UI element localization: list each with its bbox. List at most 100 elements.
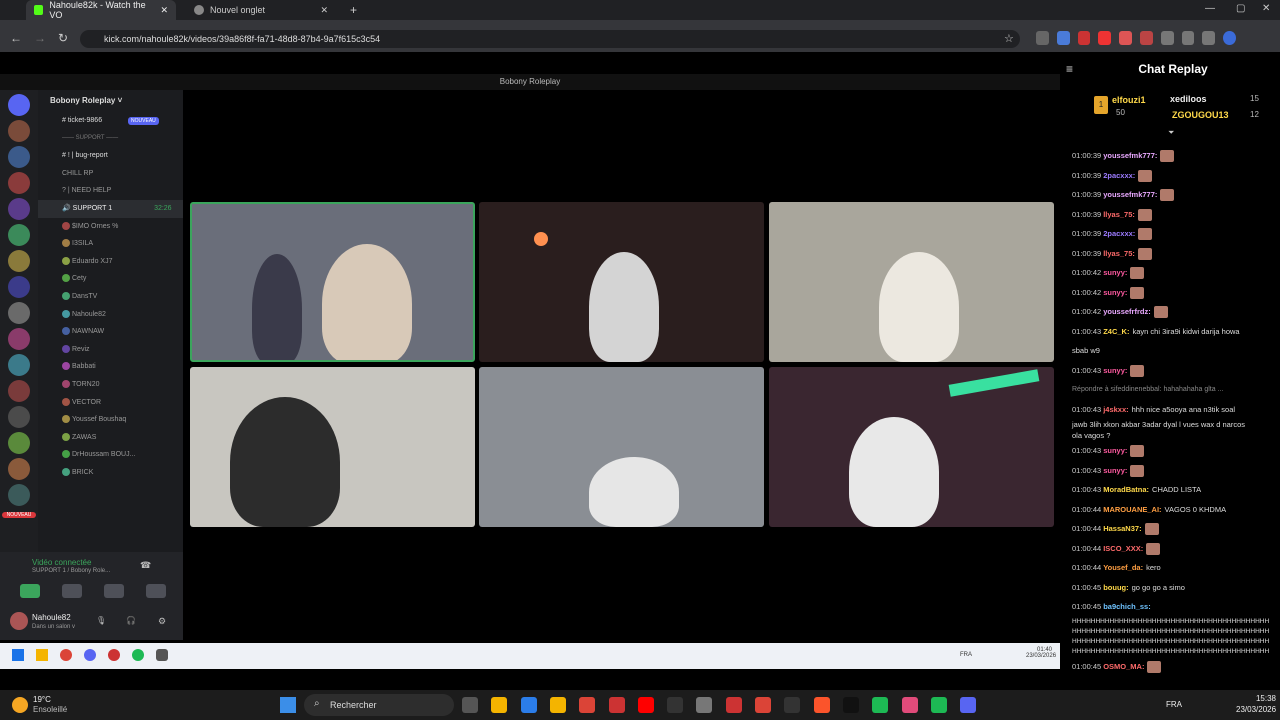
- taskbar-app-icon[interactable]: [520, 697, 537, 713]
- taskbar-app-icon[interactable]: [696, 697, 713, 713]
- server-icon[interactable]: [8, 94, 30, 116]
- server-icon[interactable]: [8, 120, 30, 142]
- reload-icon[interactable]: ↻: [58, 31, 68, 45]
- channel-bug-report[interactable]: # ! | bug-report: [38, 147, 183, 165]
- chat-username[interactable]: MoradBatna:: [1103, 485, 1149, 494]
- server-icon[interactable]: [8, 380, 30, 402]
- taskbar-app-icon[interactable]: [608, 697, 625, 713]
- chat-username[interactable]: ba9chich_ss:: [1103, 602, 1151, 611]
- screen-share-icon[interactable]: [62, 584, 82, 598]
- chat-username[interactable]: youssefrfrdz:: [1103, 307, 1151, 316]
- voice-member[interactable]: DrHoussam BOUJ...: [38, 446, 183, 464]
- channel-need-help[interactable]: ? | NEED HELP: [38, 182, 183, 200]
- voice-member[interactable]: TORN20: [38, 376, 183, 394]
- server-icon[interactable]: [8, 328, 30, 350]
- taskbar-app-icon[interactable]: [637, 697, 654, 713]
- voice-channel-support-1[interactable]: 🔊 SUPPORT 1 32:26: [38, 199, 183, 218]
- tab-kick[interactable]: Nahoule82k - Watch the VO ✕: [26, 0, 176, 20]
- maximize-icon[interactable]: ▢: [1236, 3, 1245, 14]
- taskbar-app-icon[interactable]: [491, 697, 508, 713]
- taskbar-app-icon[interactable]: [667, 697, 684, 713]
- chat-username[interactable]: ISCO_XXX:: [1103, 544, 1143, 553]
- video-tile[interactable]: [769, 367, 1054, 527]
- tab-new[interactable]: Nouvel onglet ✕: [186, 0, 336, 20]
- taskbar-app-icon[interactable]: [960, 697, 977, 713]
- voice-member[interactable]: Reviz: [38, 341, 183, 359]
- voice-member[interactable]: Nahoule82: [38, 306, 183, 324]
- chat-username[interactable]: sunyy:: [1103, 268, 1127, 277]
- forward-icon[interactable]: →: [34, 31, 46, 45]
- chat-username[interactable]: youssefmk777:: [1103, 151, 1157, 160]
- voice-member[interactable]: DansTV: [38, 288, 183, 306]
- server-icon[interactable]: [8, 458, 30, 480]
- new-tab-icon[interactable]: +: [350, 3, 357, 17]
- close-window-icon[interactable]: ✕: [1262, 3, 1270, 14]
- chat-username[interactable]: sunyy:: [1103, 446, 1127, 455]
- chat-username[interactable]: 2pacxxx:: [1103, 171, 1135, 180]
- chat-username[interactable]: MAROUANE_AI:: [1103, 505, 1161, 514]
- bookmark-star-icon[interactable]: ☆: [1004, 32, 1014, 45]
- close-tab-icon[interactable]: ✕: [320, 5, 328, 16]
- headphones-icon[interactable]: 🎧: [126, 616, 136, 625]
- taskbar-app-icon[interactable]: [725, 697, 742, 713]
- video-tile[interactable]: [190, 367, 475, 527]
- voice-member[interactable]: BRICK: [38, 464, 183, 482]
- chat-username[interactable]: Yousef_da:: [1103, 563, 1143, 572]
- url-bar[interactable]: kick.com/nahoule82k/videos/39a86f8f-fa71…: [80, 30, 1020, 48]
- server-icon[interactable]: [8, 432, 30, 454]
- chat-username[interactable]: youssefmk777:: [1103, 190, 1157, 199]
- category-support[interactable]: —— SUPPORT ——: [38, 130, 183, 148]
- minimize-icon[interactable]: —: [1205, 3, 1215, 14]
- taskbar-app-icon[interactable]: [755, 697, 771, 713]
- chat-username[interactable]: 2pacxxx:: [1103, 229, 1135, 238]
- voice-member[interactable]: I3SILA: [38, 235, 183, 253]
- voice-member[interactable]: $IMO Ornes %: [38, 218, 183, 236]
- voice-member[interactable]: VECTOR: [38, 394, 183, 412]
- voice-member[interactable]: Youssef Boushaq: [38, 411, 183, 429]
- taskbar-app-icon[interactable]: [842, 697, 859, 713]
- windows-start-icon[interactable]: [280, 697, 296, 713]
- chat-username[interactable]: j4skxx:: [1103, 405, 1128, 414]
- chat-username[interactable]: bouug:: [1103, 583, 1128, 592]
- video-tile[interactable]: [479, 202, 764, 362]
- server-icon[interactable]: [8, 250, 30, 272]
- channel-chill-rp[interactable]: CHILL RP: [38, 165, 183, 183]
- server-icon[interactable]: [8, 484, 30, 506]
- avatar[interactable]: [10, 612, 28, 630]
- back-icon[interactable]: ←: [10, 31, 22, 45]
- server-icon[interactable]: [8, 406, 30, 428]
- voice-member[interactable]: Cety: [38, 270, 183, 288]
- taskbar-app-icon[interactable]: [462, 697, 478, 713]
- voice-member[interactable]: ZAWAS: [38, 429, 183, 447]
- server-icon[interactable]: [8, 172, 30, 194]
- server-icon[interactable]: [8, 302, 30, 324]
- server-icon[interactable]: [8, 354, 30, 376]
- disconnect-icon[interactable]: ☎: [140, 560, 151, 571]
- taskbar-app-icon[interactable]: [813, 697, 830, 713]
- chat-username[interactable]: HassaN37:: [1103, 524, 1141, 533]
- chat-username[interactable]: Z4C_K:: [1103, 327, 1129, 336]
- video-tile[interactable]: [769, 202, 1054, 362]
- voice-member[interactable]: Babbati: [38, 358, 183, 376]
- clock[interactable]: 15:38 23/03/2026: [1236, 694, 1276, 714]
- voice-member[interactable]: NAWNAW: [38, 323, 183, 341]
- chat-username[interactable]: llyas_75:: [1103, 249, 1135, 258]
- soundboard-icon[interactable]: [146, 584, 166, 598]
- mic-icon[interactable]: 🎙: [96, 616, 106, 625]
- server-icon[interactable]: [8, 146, 30, 168]
- taskbar-app-icon[interactable]: [901, 697, 918, 713]
- video-tile[interactable]: [479, 367, 764, 527]
- voice-member[interactable]: Eduardo XJ7: [38, 253, 183, 271]
- taskbar-app-icon[interactable]: [579, 697, 596, 713]
- filter-icon[interactable]: ⏷: [1168, 128, 1174, 138]
- channel-ticket[interactable]: # ticket-9866 NOUVEAU: [38, 112, 183, 130]
- activity-icon[interactable]: [104, 584, 124, 598]
- close-tab-icon[interactable]: ✕: [160, 5, 168, 16]
- search-input[interactable]: ⌕ Rechercher: [304, 694, 454, 716]
- server-icon[interactable]: [8, 198, 30, 220]
- chat-username[interactable]: sunyy:: [1103, 466, 1127, 475]
- chat-username[interactable]: OSMO_MA:: [1103, 662, 1144, 671]
- server-icon[interactable]: [8, 276, 30, 298]
- video-tile[interactable]: [190, 202, 475, 362]
- chat-username[interactable]: sunyy:: [1103, 366, 1127, 375]
